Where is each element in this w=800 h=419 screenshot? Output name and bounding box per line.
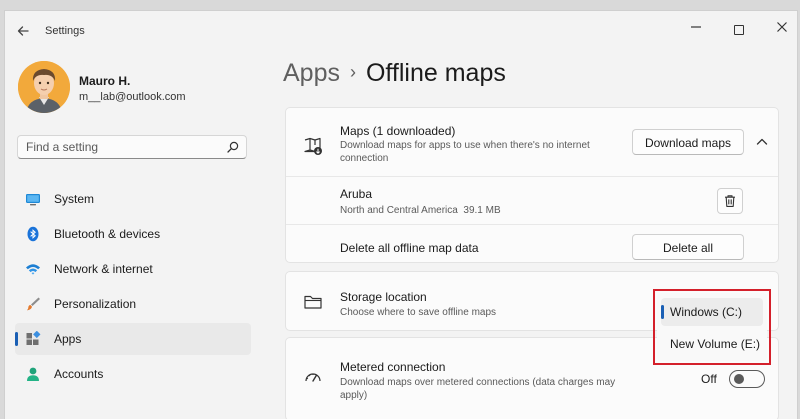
- delete-map-button[interactable]: [717, 188, 743, 214]
- close-button[interactable]: [767, 17, 797, 41]
- map-entry-name: Aruba: [340, 187, 373, 201]
- sidebar-item-accounts[interactable]: Accounts: [15, 358, 251, 390]
- sidebar-item-label: Apps: [54, 332, 82, 346]
- settings-window: Settings Mauro H. m__lab@outlook.com Fin…: [4, 10, 798, 419]
- back-arrow-icon: [17, 26, 29, 36]
- metered-toggle-state: Off: [701, 372, 717, 386]
- avatar-illustration: [18, 61, 70, 113]
- page-title: Offline maps: [365, 59, 506, 87]
- monitor-icon: [26, 194, 40, 206]
- breadcrumb-separator: ›: [349, 62, 356, 82]
- sidebar-item-bluetooth-devices[interactable]: Bluetooth & devices: [15, 218, 251, 250]
- paintbrush-icon: [27, 297, 40, 311]
- divider: [286, 176, 778, 177]
- annotation-highlight-box: [653, 289, 771, 365]
- bluetooth-icon: [27, 226, 39, 242]
- user-email: m__lab@outlook.com: [79, 91, 186, 103]
- gauge-icon: [305, 373, 321, 382]
- maps-title: Maps (1 downloaded): [340, 124, 456, 138]
- map-entry-details: North and Central America 39.1 MB: [340, 204, 501, 217]
- maximize-button[interactable]: [724, 17, 754, 41]
- window-title: Settings: [45, 25, 85, 37]
- person-icon: [27, 367, 39, 381]
- user-name: Mauro H.: [79, 74, 131, 88]
- avatar[interactable]: [18, 61, 70, 113]
- title-bar: Settings: [5, 11, 797, 51]
- sidebar-item-apps[interactable]: Apps: [15, 323, 251, 355]
- breadcrumb-parent[interactable]: Apps: [283, 59, 340, 87]
- maximize-icon: [734, 24, 744, 35]
- divider: [286, 224, 778, 225]
- sidebar-item-label: Personalization: [54, 297, 137, 311]
- search-input[interactable]: [18, 136, 234, 157]
- metered-description: Download maps over metered connections (…: [340, 377, 616, 401]
- minimize-button[interactable]: [681, 17, 711, 41]
- folder-icon: [304, 295, 322, 309]
- selection-indicator: [15, 332, 18, 346]
- sidebar-item-label: Bluetooth & devices: [54, 227, 161, 241]
- map-entry-region: North and Central America: [340, 205, 458, 216]
- download-maps-button[interactable]: Download maps: [632, 129, 744, 155]
- minimize-icon: [691, 26, 701, 28]
- close-icon: [777, 22, 787, 32]
- trash-icon: [725, 195, 735, 207]
- breadcrumb: Apps › Offline maps: [283, 59, 506, 88]
- storage-description: Choose where to save offline maps: [340, 307, 497, 318]
- sidebar-nav: System Bluetooth & devices Network & int…: [15, 183, 251, 393]
- sidebar-item-personalization[interactable]: Personalization: [15, 288, 251, 320]
- back-button[interactable]: [13, 21, 33, 41]
- toggle-knob: [734, 374, 744, 384]
- search-box: [17, 135, 247, 159]
- sidebar-item-network-internet[interactable]: Network & internet: [15, 253, 251, 285]
- delete-all-text: Delete all offline map data: [340, 241, 479, 255]
- sidebar-item-label: System: [54, 192, 95, 206]
- map-entry-size: 39.1 MB: [463, 205, 501, 216]
- delete-all-button[interactable]: Delete all: [632, 234, 744, 260]
- maps-description: Download maps for apps to use when there…: [340, 140, 590, 164]
- apps-icon: [26, 331, 41, 345]
- sidebar-item-system[interactable]: System: [15, 183, 251, 215]
- wifi-icon: [26, 264, 40, 275]
- map-download-icon: [304, 137, 322, 155]
- sidebar-item-label: Network & internet: [54, 262, 153, 276]
- maps-card: Maps (1 downloaded) Download maps for ap…: [285, 107, 779, 263]
- metered-title: Metered connection: [340, 360, 446, 374]
- search-icon[interactable]: [226, 140, 240, 154]
- storage-title: Storage location: [340, 290, 427, 304]
- chevron-up-icon[interactable]: [754, 134, 770, 150]
- sidebar-item-label: Accounts: [54, 367, 104, 381]
- metered-toggle[interactable]: [729, 370, 765, 388]
